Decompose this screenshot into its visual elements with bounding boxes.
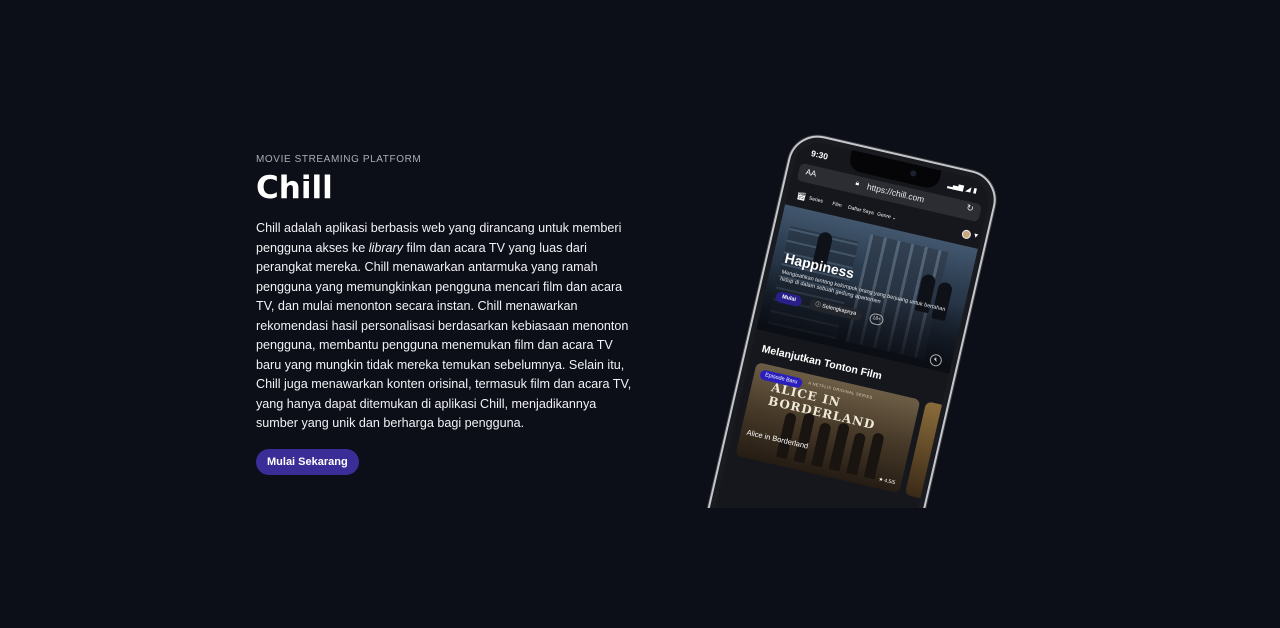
- text-size-button[interactable]: AA: [805, 167, 817, 178]
- nav-link-series[interactable]: Series: [808, 196, 823, 205]
- card-figure: [863, 432, 885, 480]
- status-signal-icon: ▂▄▆ ◢ ▮: [946, 180, 978, 196]
- nav-link-genre[interactable]: Genre ⌄: [876, 211, 896, 221]
- lock-icon: 🔒︎: [854, 178, 861, 188]
- card-figure: [828, 422, 851, 472]
- start-now-button[interactable]: Mulai Sekarang: [256, 448, 359, 475]
- hero-section: MOVIE STREAMING PLATFORM Chill Chill ada…: [256, 154, 632, 475]
- camera-icon: [909, 169, 917, 177]
- phone-mockup-area: 9:30 ▂▄▆ ◢ ▮ AA 🔒︎ https://chill.com ↻ 🎬…: [656, 0, 1026, 508]
- landing-page: MOVIE STREAMING PLATFORM Chill Chill ada…: [0, 0, 1280, 628]
- phone-mockup: 9:30 ▂▄▆ ◢ ▮ AA 🔒︎ https://chill.com ↻ 🎬…: [698, 129, 1002, 508]
- continue-watching-card[interactable]: A NETFLIX ORIGINAL SERIES ALICE IN BORDE…: [735, 362, 921, 494]
- status-time: 9:30: [810, 148, 829, 162]
- card-figure: [811, 421, 832, 468]
- hero-title: Chill: [256, 170, 333, 206]
- film-icon[interactable]: 🎬︎: [795, 191, 807, 202]
- hero-eyebrow: MOVIE STREAMING PLATFORM: [256, 154, 422, 165]
- card-rating: ★ 4.5/5: [877, 476, 896, 487]
- reload-icon[interactable]: ↻: [965, 203, 975, 214]
- hero-description: Chill adalah aplikasi berbasis web yang …: [256, 219, 632, 434]
- nav-link-film[interactable]: Film: [832, 201, 843, 209]
- nav-link-my-list[interactable]: Daftar Saya: [847, 205, 874, 217]
- phone-screen: 9:30 ▂▄▆ ◢ ▮ AA 🔒︎ https://chill.com ↻ 🎬…: [706, 138, 994, 508]
- card-figure: [846, 432, 867, 476]
- chevron-down-icon[interactable]: ▼: [973, 233, 978, 240]
- description-emphasis: library: [368, 240, 404, 255]
- avatar[interactable]: [961, 228, 972, 240]
- description-part-2: film dan acara TV yang luas dari perangk…: [256, 240, 632, 431]
